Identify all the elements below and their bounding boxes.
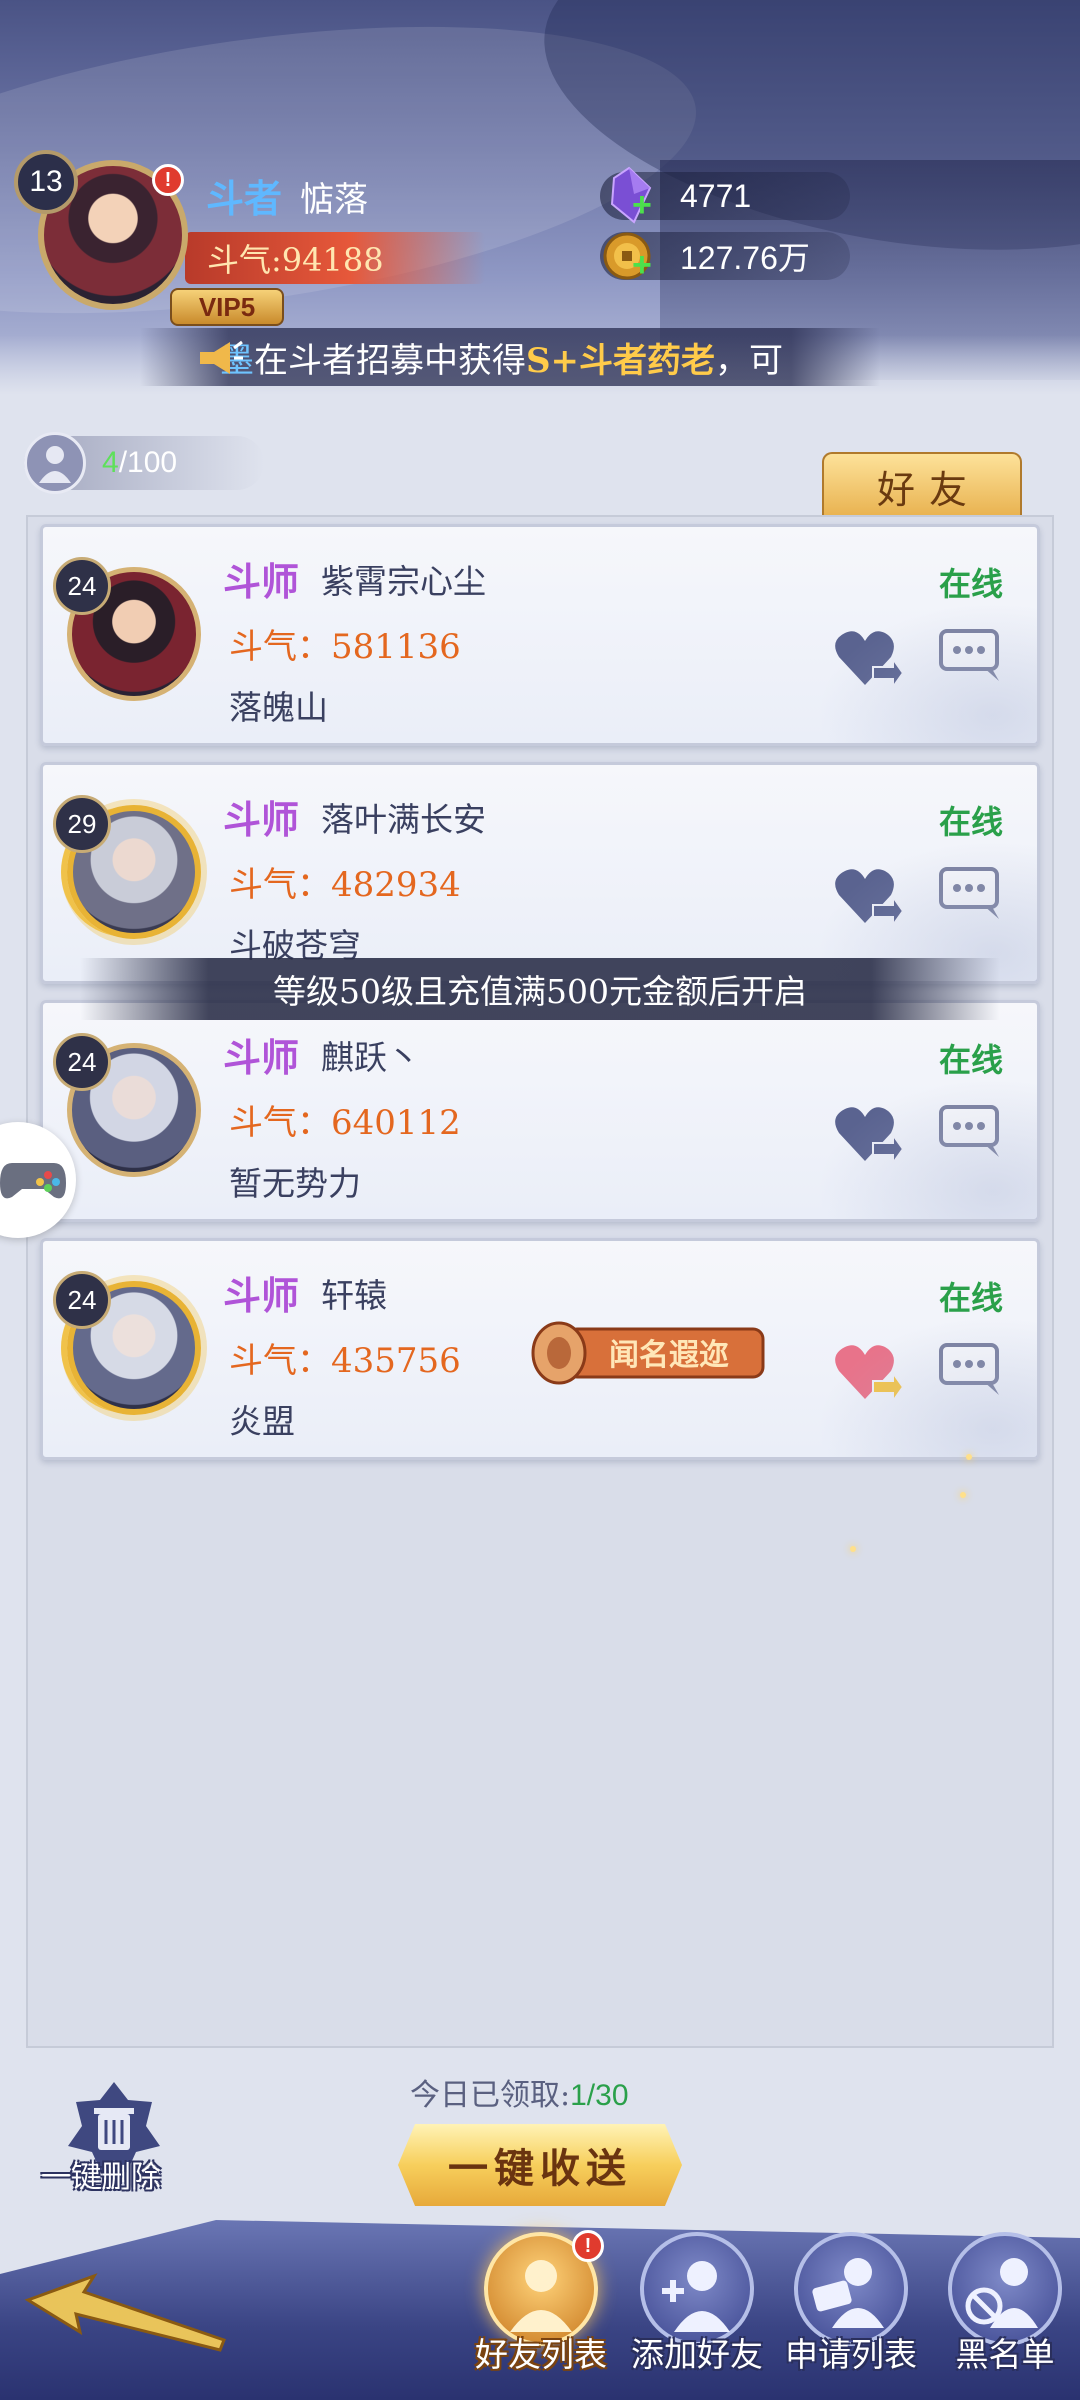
friend-name: 轩辕 xyxy=(321,1276,387,1315)
gamepad-icon xyxy=(0,1163,66,1199)
sparkle-decoration xyxy=(850,1546,856,1552)
send-stamina-heart-icon[interactable] xyxy=(833,627,903,691)
ticker-text: 在斗者招募中获得 xyxy=(254,340,526,381)
friend-rank: 斗师 xyxy=(223,797,300,842)
add-crystal-icon[interactable]: + xyxy=(632,186,652,225)
friend-rank: 斗师 xyxy=(223,1035,300,1080)
send-all-button[interactable]: 一键收送 xyxy=(398,2124,682,2206)
nav-blacklist[interactable]: 黑名单 xyxy=(930,2228,1080,2398)
daily-claimed-info: 今日已领取:1/30 xyxy=(410,2070,629,2114)
player-rank: 斗者 xyxy=(206,176,283,221)
friend-level: 29 xyxy=(53,795,111,853)
nav-label: 黑名单 xyxy=(955,2335,1055,2374)
nav-request-list[interactable]: 申请列表 xyxy=(776,2228,926,2398)
friend-online-status: 在线 xyxy=(938,565,1003,603)
friend-card[interactable]: 24 斗师 麒跃丶 斗气：640112 暂无势力 在线 xyxy=(40,1000,1040,1222)
chat-bubble-icon[interactable] xyxy=(939,1341,1005,1399)
send-stamina-heart-icon[interactable] xyxy=(833,1103,903,1167)
friend-rank: 斗师 xyxy=(223,1273,300,1318)
player-name: 惦落 xyxy=(300,180,368,220)
friend-name: 麒跃丶 xyxy=(321,1038,420,1077)
tab-friends[interactable]: 好友 xyxy=(822,452,1022,518)
nav-label: 添加好友 xyxy=(631,2335,763,2374)
friend-card[interactable]: 24 斗师 紫霄宗心尘 斗气：581136 落魄山 在线 xyxy=(40,524,1040,746)
delete-all-label: 一键删除 xyxy=(41,2160,161,2195)
friend-guild: 落魄山 xyxy=(229,688,328,727)
avatar-alert-badge: ! xyxy=(152,164,184,196)
friend-level: 24 xyxy=(53,557,111,615)
nav-label: 申请列表 xyxy=(785,2335,917,2374)
friend-level: 24 xyxy=(53,1033,111,1091)
friend-online-status: 在线 xyxy=(938,1279,1003,1317)
title-badge-text: 闻名遐迩 xyxy=(609,1338,729,1373)
chat-bubble-icon[interactable] xyxy=(939,1103,1005,1161)
friend-card[interactable]: 24 斗师 轩辕 斗气：435756 炎盟 在线 闻名遐迩 xyxy=(40,1238,1040,1460)
add-gold-icon[interactable]: + xyxy=(632,246,652,285)
send-stamina-heart-icon[interactable] xyxy=(833,1341,903,1405)
friend-count: 4/100 xyxy=(24,432,264,494)
friend-name: 紫霄宗心尘 xyxy=(321,562,486,601)
title-scroll-badge: 闻名遐迩 xyxy=(531,1321,765,1385)
friend-count-total: /100 xyxy=(118,446,178,479)
delete-all-button[interactable]: 一键删除 xyxy=(26,2080,176,2200)
ticker-text-tail: ，可 xyxy=(715,340,784,381)
friend-power: 斗气：581136 xyxy=(229,627,461,667)
nav-alert-badge: ! xyxy=(572,2230,604,2262)
friend-name: 落叶满长安 xyxy=(321,800,486,839)
player-power: 斗气:94188 xyxy=(185,232,485,284)
crystal-amount: 4771 xyxy=(680,177,752,214)
gold-currency: + 127.76万 xyxy=(600,232,850,284)
friend-power: 斗气：640112 xyxy=(229,1103,461,1143)
friend-guild: 暂无势力 xyxy=(229,1164,361,1203)
nav-add-friend[interactable]: 添加好友 xyxy=(622,2228,772,2398)
horn-icon xyxy=(200,340,243,374)
ticker-reward: S+斗者药老 xyxy=(526,340,716,381)
nav-friend-list[interactable]: ! 好友列表 xyxy=(466,2228,616,2398)
friend-card[interactable]: 29 斗师 落叶满长安 斗气：482934 斗破苍穹 在线 xyxy=(40,762,1040,984)
crystal-currency: + 4771 xyxy=(600,166,850,224)
chat-bubble-icon[interactable] xyxy=(939,865,1005,923)
announcement-ticker: 墨 在斗者招募中获得 S+斗者药老 ，可 xyxy=(140,328,880,386)
friend-power: 斗气：435756 xyxy=(229,1341,461,1381)
friend-rank: 斗师 xyxy=(223,559,300,604)
friend-online-status: 在线 xyxy=(938,1041,1003,1079)
friend-level: 24 xyxy=(53,1271,111,1329)
friend-silhouette-icon xyxy=(24,432,86,494)
friend-count-current: 4 xyxy=(102,446,119,479)
nav-label: 好友列表 xyxy=(475,2335,607,2374)
back-arrow-icon[interactable] xyxy=(24,2270,234,2360)
friend-online-status: 在线 xyxy=(938,803,1003,841)
player-level-badge: 13 xyxy=(14,150,78,214)
friend-power: 斗气：482934 xyxy=(229,865,461,905)
vip-badge[interactable]: VIP5 xyxy=(170,288,284,326)
chat-bubble-icon[interactable] xyxy=(939,627,1005,685)
friend-guild: 炎盟 xyxy=(229,1402,295,1441)
claimed-value: 1/30 xyxy=(570,2079,629,2112)
send-stamina-heart-icon[interactable] xyxy=(833,865,903,929)
gold-amount: 127.76万 xyxy=(680,240,810,276)
sparkle-decoration xyxy=(966,1454,972,1460)
claimed-label: 今日已领取: xyxy=(410,2078,571,2113)
locked-feature-banner: 等级50级且充值满500元金额后开启 xyxy=(80,958,1000,1020)
sparkle-decoration xyxy=(960,1492,966,1498)
